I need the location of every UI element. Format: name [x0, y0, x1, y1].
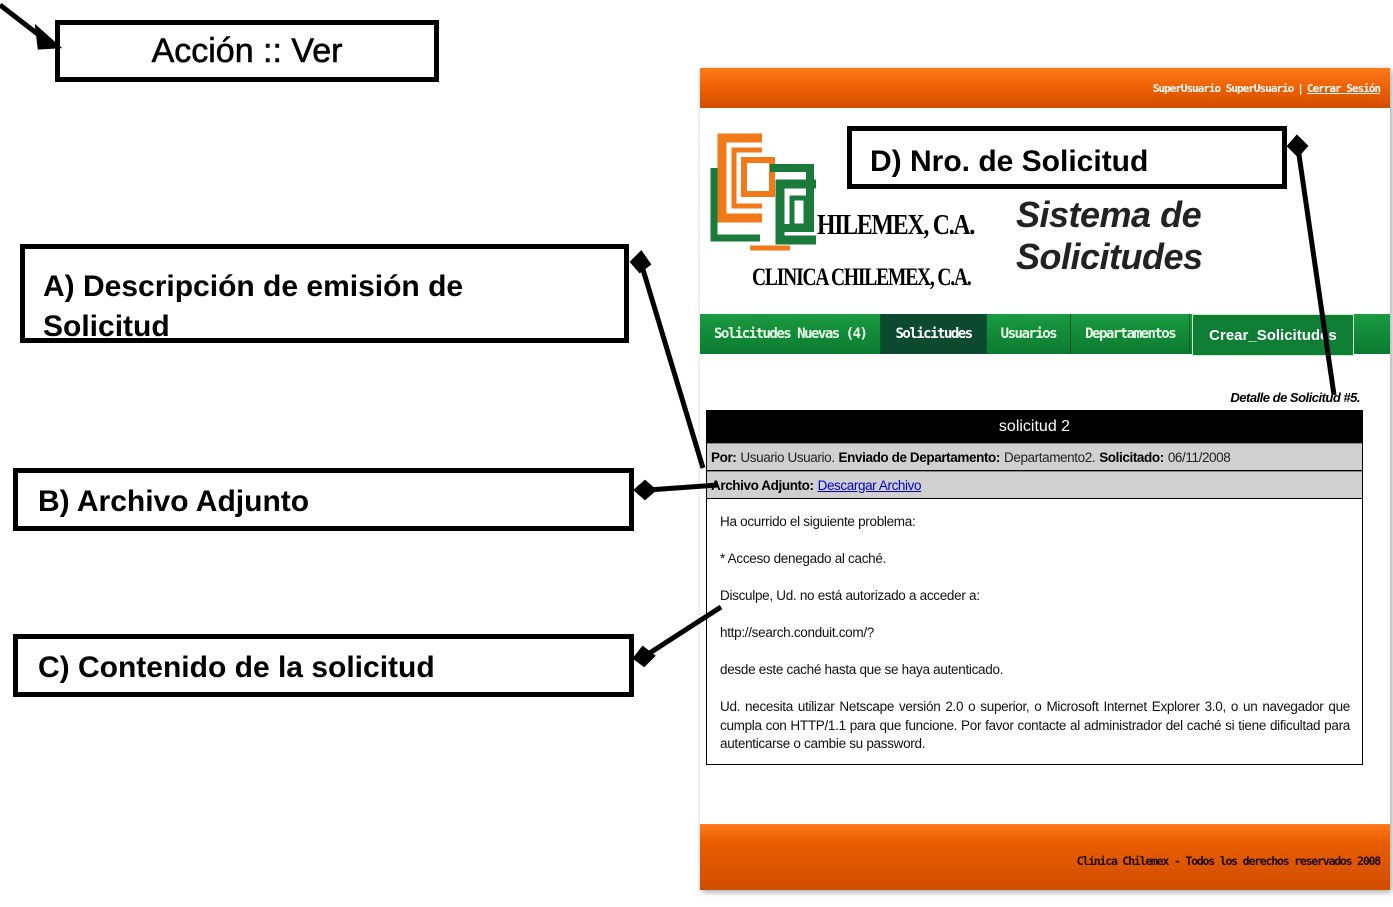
content-paragraph: desde este caché hasta que se haya auten… [720, 662, 1004, 677]
user-links: SuperUsuario SuperUsuario | Cerrar Sesión [1152, 82, 1381, 95]
brand-name: HILEMEX, C.A. [817, 209, 975, 241]
attachment-label: Archivo Adjunto: [711, 477, 814, 493]
callout-a-line2: Solicitud [43, 310, 170, 343]
content-paragraph: Ud. necesita utilizar Netscape versión 2… [720, 699, 1350, 751]
logout-link[interactable]: Cerrar Sesión [1307, 82, 1381, 95]
request-content: Ha ocurrido el siguiente problema: * Acc… [707, 499, 1362, 754]
arrow-b-head [633, 479, 657, 501]
request-title: solicitud 2 [707, 411, 1362, 443]
content-paragraph: Ha ocurrido el siguiente problema: [720, 514, 916, 529]
brand-subtitle: CLINICA CHILEMEX, C.A. [752, 264, 972, 291]
date-label: Solicitado: [1099, 449, 1164, 465]
title-arrow-head [34, 23, 63, 50]
attachment-row: Archivo Adjunto: Descargar Archivo [707, 471, 1362, 499]
download-attachment-link[interactable]: Descargar Archivo [818, 478, 922, 493]
por-label: Por: [711, 449, 737, 465]
link-separator: | [1297, 82, 1304, 95]
callout-a-description: A) Descripción de emisión de Solicitud [20, 244, 629, 343]
dept-label: Enviado de Departamento: [838, 449, 1001, 465]
footer-text: Clínica Chilemex - Todos los derechos re… [1076, 854, 1382, 868]
por-value: Usuario Usuario. [740, 449, 835, 465]
callout-b-attachment: B) Archivo Adjunto [13, 468, 634, 531]
arrow-a-line [638, 262, 706, 469]
nav-crear-solicitudes[interactable]: Crear_Solicitudes [1192, 314, 1354, 356]
action-title-callout: Acción :: Ver [55, 20, 439, 82]
nav-usuarios[interactable]: Usuarios [987, 314, 1072, 354]
system-title: Sistema de Solicitudes [1016, 194, 1203, 277]
request-detail-box: solicitud 2 Por: Usuario Usuario. Enviad… [706, 410, 1363, 765]
top-bar: SuperUsuario SuperUsuario | Cerrar Sesión [700, 68, 1390, 108]
request-meta-row: Por: Usuario Usuario. Enviado de Departa… [707, 443, 1362, 471]
callout-a-line1: A) Descripción de emisión de [43, 270, 464, 303]
arrow-a-head [629, 250, 652, 274]
content-paragraph: http://search.conduit.com/? [720, 625, 874, 640]
nav-solicitudes-nuevas[interactable]: Solicitudes Nuevas (4) [700, 314, 882, 354]
date-value: 06/11/2008 [1167, 449, 1231, 465]
content-paragraph: Disculpe, Ud. no está autorizado a acced… [720, 588, 980, 603]
content-paragraph: * Acceso denegado al caché. [720, 551, 887, 566]
main-nav: Solicitudes Nuevas (4) Solicitudes Usuar… [700, 314, 1390, 356]
callout-d-request-number: D) Nro. de Solicitud [847, 126, 1287, 189]
request-number-heading: Detalle de Solicitud #5. [1230, 390, 1360, 405]
title-arrow-line [0, 3, 50, 44]
user-name: SuperUsuario SuperUsuario [1152, 82, 1295, 95]
footer-bar: Clínica Chilemex - Todos los derechos re… [700, 824, 1390, 890]
dept-value: Departamento2. [1003, 449, 1096, 465]
nav-solicitudes[interactable]: Solicitudes [881, 314, 987, 354]
app-screenshot: SuperUsuario SuperUsuario | Cerrar Sesión … [700, 68, 1390, 890]
callout-c-content: C) Contenido de la solicitud [13, 634, 634, 697]
nav-departamentos[interactable]: Departamentos [1071, 314, 1191, 354]
arrow-c-head [632, 645, 656, 668]
